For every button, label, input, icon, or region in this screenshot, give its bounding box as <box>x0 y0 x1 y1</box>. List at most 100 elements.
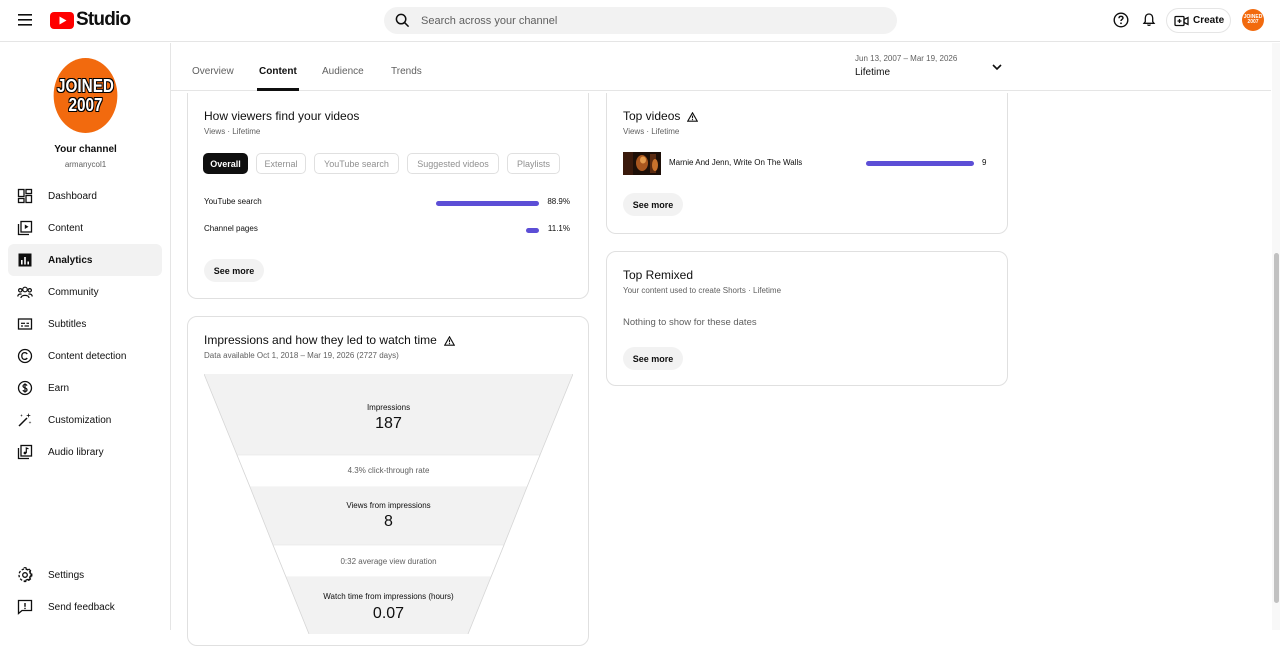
views-value: 8 <box>384 513 393 530</box>
see-more-button[interactable]: See more <box>623 193 683 216</box>
search-icon[interactable] <box>395 13 410 28</box>
sidebar-item-label: Analytics <box>48 254 93 266</box>
create-label: Create <box>1193 15 1225 26</box>
dollar-icon <box>17 380 33 396</box>
chip-suggested-videos[interactable]: Suggested videos <box>407 153 499 174</box>
chip-playlists[interactable]: Playlists <box>507 153 560 174</box>
sidebar-item-community[interactable]: Community <box>8 276 162 308</box>
avatar-text-line2: 2007 <box>1247 19 1259 25</box>
ctr-text: 4.3% click-through rate <box>347 466 430 475</box>
channel-avatar-line2: 2007 <box>68 94 103 115</box>
card-title: Top videos <box>623 109 699 123</box>
traffic-source-bar <box>436 201 539 206</box>
sidebar: JOINED 2007 Your channel armanycol1 Dash… <box>0 43 171 630</box>
sidebar-item-send-feedback[interactable]: Send feedback <box>8 591 162 623</box>
sidebar-item-customization[interactable]: Customization <box>8 404 162 436</box>
tab-trends[interactable]: Trends <box>391 66 422 77</box>
sidebar-item-label: Dashboard <box>48 190 97 202</box>
top-video-row[interactable]: Marnie And Jenn, Write On The Walls 9 <box>623 152 993 175</box>
tab-overview[interactable]: Overview <box>192 66 234 77</box>
tab-content[interactable]: Content <box>259 66 297 77</box>
card-subtitle: Your content used to create Shorts · Lif… <box>623 286 782 295</box>
sidebar-item-content-detection[interactable]: Content detection <box>8 340 162 372</box>
menu-icon[interactable] <box>17 13 33 27</box>
channel-avatar[interactable]: JOINED 2007 <box>53 58 118 133</box>
analytics-tabs: Overview Content Audience Trends Jun 13,… <box>171 43 1271 91</box>
chip-youtube-search[interactable]: YouTube search <box>314 153 399 174</box>
sidebar-item-label: Earn <box>48 382 70 394</box>
sidebar-item-label: Subtitles <box>48 318 87 330</box>
video-add-icon <box>1174 15 1189 26</box>
see-more-button[interactable]: See more <box>623 347 683 370</box>
video-thumbnail <box>623 152 661 175</box>
channel-title: Your channel <box>54 144 117 155</box>
watch-time-value: 0.07 <box>372 605 405 622</box>
community-icon <box>17 286 33 299</box>
sidebar-item-label: Send feedback <box>48 601 115 613</box>
card-title: How viewers find your videos <box>204 109 360 123</box>
chevron-down-icon <box>992 64 1002 71</box>
sidebar-item-label: Audio library <box>48 446 104 458</box>
channel-avatar-line1: JOINED <box>57 75 114 96</box>
account-avatar[interactable]: JOINED 2007 <box>1242 9 1264 31</box>
youtube-studio-logo[interactable]: Studio <box>50 9 131 31</box>
card-subtitle: Views · Lifetime <box>623 127 680 136</box>
impressions-funnel: Impressions 187 4.3% click-through rate … <box>204 374 573 634</box>
traffic-source-row: YouTube search 88.9% <box>204 197 570 211</box>
warning-icon[interactable] <box>687 111 699 122</box>
warning-icon[interactable] <box>443 335 455 346</box>
traffic-source-label: Channel pages <box>204 224 258 233</box>
top-header: Studio Create JOINED 2007 <box>0 0 1280 42</box>
scrollbar-thumb[interactable] <box>1274 253 1279 603</box>
sidebar-item-settings[interactable]: Settings <box>8 559 162 591</box>
content-icon <box>17 220 33 236</box>
sidebar-item-label: Content detection <box>48 350 127 362</box>
sidebar-item-analytics[interactable]: Analytics <box>8 244 162 276</box>
analytics-icon <box>18 253 32 267</box>
sidebar-item-content[interactable]: Content <box>8 212 162 244</box>
avd-text: 0:32 average view duration <box>340 557 437 566</box>
card-subtitle: Data available Oct 1, 2018 – Mar 19, 202… <box>204 351 399 360</box>
tab-audience[interactable]: Audience <box>322 66 364 77</box>
audio-library-icon <box>17 444 33 460</box>
date-range-period: Lifetime <box>855 67 891 78</box>
card-title-text: Impressions and how they led to watch ti… <box>204 333 437 347</box>
date-range-selector[interactable]: Jun 13, 2007 – Mar 19, 2026 Lifetime <box>855 52 1005 82</box>
card-title-text: Top videos <box>623 109 681 123</box>
sidebar-item-earn[interactable]: Earn <box>8 372 162 404</box>
search-input[interactable] <box>421 14 861 27</box>
sidebar-item-subtitles[interactable]: Subtitles <box>8 308 162 340</box>
date-range-dates: Jun 13, 2007 – Mar 19, 2026 <box>855 54 958 63</box>
sidebar-item-dashboard[interactable]: Dashboard <box>8 180 162 212</box>
active-tab-indicator <box>257 88 299 91</box>
traffic-source-label: YouTube search <box>204 197 262 206</box>
impressions-value: 187 <box>375 415 402 432</box>
bell-icon[interactable] <box>1141 12 1157 28</box>
empty-state-text: Nothing to show for these dates <box>623 317 757 328</box>
impressions-funnel-card: Impressions and how they led to watch ti… <box>187 316 589 646</box>
chip-external[interactable]: External <box>256 153 306 174</box>
sidebar-item-audio-library[interactable]: Audio library <box>8 436 162 468</box>
feedback-icon <box>17 599 33 615</box>
traffic-source-bar <box>526 228 539 233</box>
create-button[interactable]: Create <box>1166 8 1231 33</box>
help-icon[interactable] <box>1113 12 1129 28</box>
chip-overall[interactable]: Overall <box>203 153 248 174</box>
sidebar-item-label: Settings <box>48 569 85 581</box>
traffic-source-value: 11.1% <box>547 224 570 233</box>
copyright-icon <box>17 348 33 364</box>
traffic-sources-card: How viewers find your videos Views · Lif… <box>187 93 589 299</box>
video-title: Marnie And Jenn, Write On The Walls <box>669 158 803 167</box>
subtitles-icon <box>17 318 33 330</box>
logo-text: Studio <box>76 9 131 30</box>
page-scrollbar[interactable] <box>1272 43 1280 630</box>
top-videos-card: Top videos Views · Lifetime Marnie And J… <box>606 93 1008 234</box>
views-label: Views from impressions <box>346 501 431 510</box>
search-box[interactable] <box>384 7 897 34</box>
card-title: Impressions and how they led to watch ti… <box>204 333 455 347</box>
see-more-button[interactable]: See more <box>204 259 264 282</box>
traffic-source-row: Channel pages 11.1% <box>204 224 570 238</box>
top-remixed-card: Top Remixed Your content used to create … <box>606 251 1008 386</box>
watch-time-label: Watch time from impressions (hours) <box>323 592 454 601</box>
magic-wand-icon <box>18 413 32 427</box>
